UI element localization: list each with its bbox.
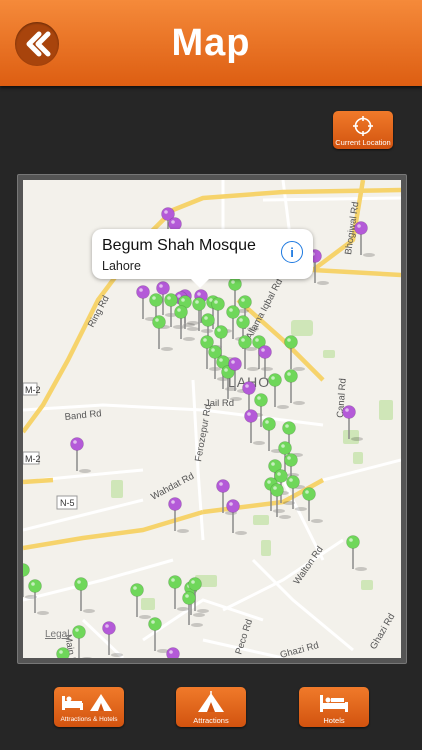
map-pin[interactable]	[166, 647, 188, 659]
map-pin[interactable]	[152, 315, 174, 352]
map-pin[interactable]	[354, 221, 376, 258]
current-location-button[interactable]: Current Location	[333, 111, 393, 149]
legal-link[interactable]: Legal	[45, 629, 69, 640]
current-location-label: Current Location	[335, 138, 391, 147]
map-pin[interactable]	[302, 487, 324, 524]
map-pin[interactable]	[346, 535, 368, 572]
tab-attractions-label: Attractions	[193, 716, 229, 725]
tab-attractions[interactable]: Attractions	[176, 687, 246, 727]
info-icon[interactable]: i	[281, 241, 303, 263]
map-pin[interactable]	[70, 437, 92, 474]
tab-hotels-label: Hotels	[323, 716, 345, 725]
map-pin[interactable]	[284, 369, 306, 406]
bed-icon	[320, 695, 348, 712]
map-callout[interactable]: Begum Shah Mosque Lahore i	[92, 229, 313, 288]
ghazi-rd-label: Ghazi Rd	[279, 640, 320, 658]
bed-tent-icon	[62, 694, 112, 711]
n5-label: N-5	[60, 498, 75, 508]
bottom-nav: Attractions & Hotels Attractions Hotels	[0, 672, 422, 750]
callout-subtitle: Lahore	[102, 259, 141, 273]
map-view[interactable]: M-2 M-2 N-5 Ring Rd Bhogiwal Rd LAHO All…	[23, 180, 401, 658]
band-rd-label: Band Rd	[64, 408, 102, 423]
ghazi-rd-label-2: Ghazi Rd	[368, 612, 397, 652]
tent-icon	[198, 691, 224, 712]
tab-attractions-hotels[interactable]: Attractions & Hotels	[54, 687, 124, 727]
page-title: Map	[171, 22, 251, 64]
map-route-shields: M-2 M-2 N-5	[23, 382, 78, 510]
tab-attractions-hotels-label: Attractions & Hotels	[60, 716, 118, 723]
map-frame: M-2 M-2 N-5 Ring Rd Bhogiwal Rd LAHO All…	[17, 174, 407, 664]
m2-label-a: M-2	[25, 385, 41, 395]
walton-rd-label: Walton Rd	[291, 544, 325, 586]
callout-title: Begum Shah Mosque	[102, 237, 256, 254]
app-header: Map	[0, 0, 422, 86]
map-pin[interactable]	[102, 621, 124, 658]
crosshair-icon	[353, 116, 373, 136]
tab-hotels[interactable]: Hotels	[299, 687, 369, 727]
m2-label-b: M-2	[25, 454, 41, 464]
